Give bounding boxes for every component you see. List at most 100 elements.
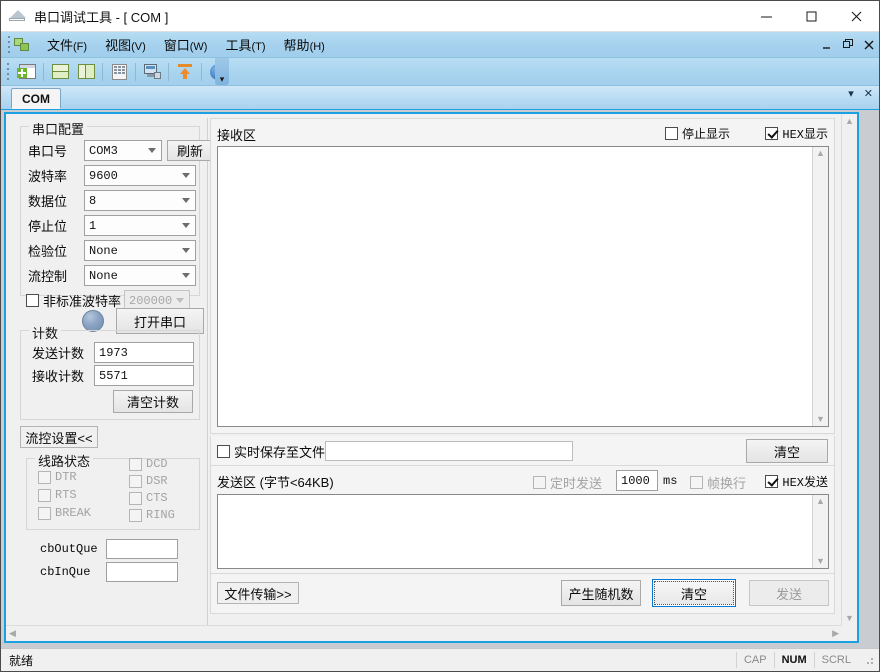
stop-display-checkbox[interactable]: 停止显示 [664, 125, 730, 142]
clear-send-label: 清空 [654, 581, 734, 605]
rx-count-field[interactable]: 5571 [94, 365, 194, 386]
generate-random-button[interactable]: 产生随机数 [561, 580, 641, 606]
stop-bits-combo[interactable]: 1 [84, 215, 196, 236]
rx-count-value: 5571 [99, 368, 128, 383]
clear-counter-button[interactable]: 清空计数 [113, 390, 193, 413]
hex-send-checkbox[interactable]: HEX发送 [765, 473, 828, 490]
tx-count-label: 发送计数 [32, 346, 85, 361]
toolbar-separator [201, 62, 202, 81]
tx-count-field[interactable]: 1973 [94, 342, 194, 363]
data-bits-combo[interactable]: 8 [84, 190, 196, 211]
receive-textarea[interactable]: ▲ ▼ [217, 146, 829, 427]
send-interval-unit: ms [663, 474, 678, 488]
file-transfer-button[interactable]: 文件传输>> [217, 582, 299, 604]
break-checkbox[interactable]: BREAK [38, 506, 91, 520]
new-window-icon [16, 64, 36, 79]
rts-label: RTS [55, 488, 77, 502]
mdi-resize-corner[interactable] [842, 626, 857, 641]
cts-label: CTS [146, 491, 168, 505]
menu-item-file[interactable]: 文件(F) [38, 32, 96, 57]
minimize-button[interactable] [744, 1, 789, 31]
scroll-down-icon[interactable]: ▼ [816, 415, 825, 424]
send-scrollbar[interactable]: ▲ ▼ [812, 495, 828, 568]
checkbox-box [38, 506, 51, 520]
toolbar-overflow-button[interactable]: ▾ [215, 58, 229, 85]
menu-label: 文件 [47, 38, 74, 53]
checkbox-box [38, 488, 51, 502]
save-to-file-checkbox[interactable]: 实时保存至文件 [217, 442, 325, 461]
parity-label: 检验位 [28, 244, 68, 259]
mdi-close-button[interactable] [863, 38, 875, 52]
scroll-left-icon[interactable]: ◀ [9, 629, 16, 638]
data-bits-label: 数据位 [28, 194, 68, 209]
scroll-up-icon[interactable]: ▲ [816, 497, 825, 506]
maximize-button[interactable] [789, 1, 834, 31]
flow-control-combo[interactable]: None [84, 265, 196, 286]
receive-scrollbar[interactable]: ▲ ▼ [812, 147, 828, 426]
line-state-right-column: DCD DSR CTS RING [129, 457, 175, 522]
counter-group-label: 计数 [29, 323, 62, 342]
flow-control-row: 流控制 None [28, 265, 196, 286]
receive-section: 接收区 停止显示 HEX显示 ▲ ▼ [210, 118, 835, 434]
window-resize-grip[interactable] [862, 653, 876, 667]
mdi-horizontal-scrollbar[interactable]: ◀ ▶ [6, 625, 842, 641]
save-path-input[interactable] [325, 441, 573, 461]
clear-send-button[interactable]: 清空 [652, 579, 736, 607]
tab-list-dropdown-icon[interactable]: ▾ [848, 89, 854, 100]
cb-in-que-field[interactable] [106, 562, 178, 582]
mdi-restore-button[interactable] [842, 38, 854, 52]
nonstandard-baud-value: 200000 [129, 293, 173, 308]
port-combo[interactable]: COM3 [84, 140, 162, 161]
tab-close-icon[interactable]: ✕ [864, 89, 873, 100]
dtr-checkbox[interactable]: DTR [38, 470, 91, 484]
menu-item-tools[interactable]: 工具(T) [216, 32, 274, 57]
dcd-checkbox[interactable]: DCD [129, 457, 175, 471]
toolbar-drag-handle[interactable] [4, 62, 12, 82]
rts-checkbox[interactable]: RTS [38, 488, 91, 502]
action-bar: 文件传输>> 产生随机数 清空 发送 [210, 574, 835, 614]
new-window-button[interactable] [15, 60, 39, 83]
menu-item-view[interactable]: 视图(V) [96, 32, 155, 57]
refresh-button[interactable]: 刷新 [167, 140, 213, 161]
upload-button[interactable] [173, 60, 197, 83]
monitor-button[interactable] [140, 60, 164, 83]
menu-drag-handle[interactable] [4, 34, 13, 56]
mdi-vertical-scrollbar[interactable]: ▲ ▼ [841, 114, 857, 626]
scroll-right-icon[interactable]: ▶ [832, 629, 839, 638]
close-button[interactable] [834, 1, 879, 31]
flow-settings-toggle-button[interactable]: 流控设置<< [20, 426, 98, 448]
menu-item-window[interactable]: 窗口(W) [155, 32, 217, 57]
send-button[interactable]: 发送 [749, 580, 829, 606]
clear-receive-button[interactable]: 清空 [746, 439, 828, 463]
dsr-checkbox[interactable]: DSR [129, 474, 175, 488]
cts-checkbox[interactable]: CTS [129, 491, 175, 505]
checkbox-box [26, 294, 39, 307]
frame-newline-checkbox[interactable]: 帧换行 [690, 473, 746, 492]
menu-label: 帮助 [283, 38, 310, 53]
scroll-down-icon[interactable]: ▼ [845, 614, 854, 623]
scroll-up-icon[interactable]: ▲ [816, 149, 825, 158]
hex-display-checkbox[interactable]: HEX显示 [765, 125, 828, 142]
calculator-button[interactable] [107, 60, 131, 83]
tab-com[interactable]: COM [11, 88, 61, 109]
tx-count-value: 1973 [99, 345, 128, 360]
chevron-down-icon [182, 172, 190, 178]
mdi-client-area: 串口配置 串口号 COM3 刷新 波特率 9600 数据位 8 停止位 1 检验… [1, 110, 879, 649]
send-interval-input[interactable]: 1000 [616, 470, 658, 491]
baud-combo[interactable]: 9600 [84, 165, 196, 186]
scroll-up-icon[interactable]: ▲ [845, 117, 854, 126]
ring-checkbox[interactable]: RING [129, 508, 175, 522]
send-textarea[interactable]: ▲ ▼ [217, 494, 829, 569]
checkbox-box [38, 470, 51, 484]
tile-horizontal-button[interactable] [48, 60, 72, 83]
menu-item-help[interactable]: 帮助(H) [275, 32, 334, 57]
parity-combo[interactable]: None [84, 240, 196, 261]
timed-send-checkbox[interactable]: 定时发送 [533, 473, 602, 492]
config-panel: 串口配置 串口号 COM3 刷新 波特率 9600 数据位 8 停止位 1 检验… [12, 118, 213, 625]
scroll-down-icon[interactable]: ▼ [816, 557, 825, 566]
status-message: 就绪 [9, 653, 34, 668]
cb-out-que-field[interactable] [106, 539, 178, 559]
mdi-minimize-button[interactable] [821, 38, 833, 52]
frame-newline-label: 帧换行 [707, 476, 747, 491]
tile-vertical-button[interactable] [74, 60, 98, 83]
